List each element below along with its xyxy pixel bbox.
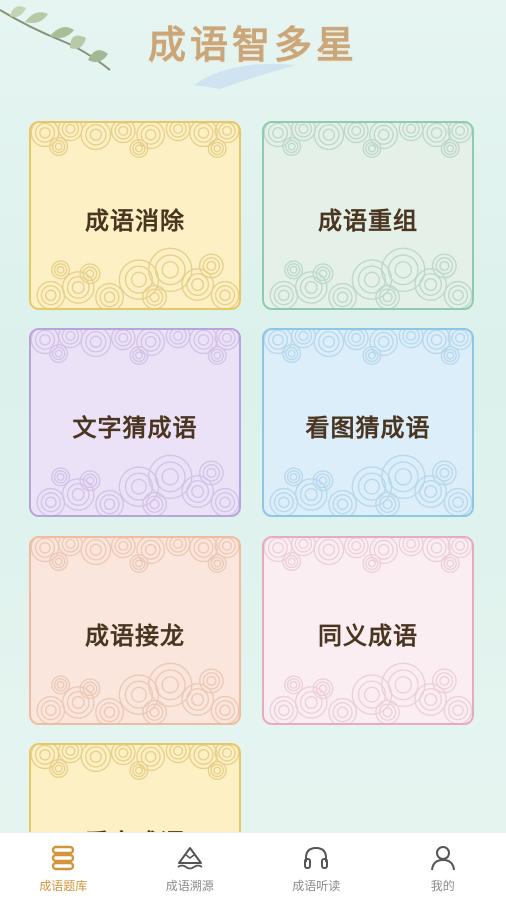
- tab-mine[interactable]: 我的: [380, 833, 506, 900]
- card-synonym-idiom[interactable]: 同义成语: [262, 536, 474, 725]
- card-label: 成语接龙: [85, 622, 185, 650]
- tab-label: 我的: [430, 879, 455, 893]
- tab-label: 成语溯源: [165, 879, 214, 893]
- app-title: 成语智多星: [147, 23, 358, 67]
- card-idiom-elimination[interactable]: 成语消除: [29, 121, 241, 310]
- stack-icon: [52, 845, 75, 871]
- card-label: 成语重组: [318, 207, 418, 235]
- card-picture-guess[interactable]: 看图猜成语: [262, 328, 474, 517]
- card-label: 文字猜成语: [72, 414, 198, 442]
- bottom-tab-bar: 成语题库 成语溯源 成语听读 我的: [0, 832, 506, 900]
- mountain-icon: [177, 847, 203, 870]
- user-icon: [430, 846, 455, 871]
- headphones-icon: [304, 846, 329, 869]
- card-idiom-chain[interactable]: 成语接龙: [29, 536, 241, 725]
- tab-label: 成语听读: [292, 879, 341, 893]
- tab-idiom-listen[interactable]: 成语听读: [253, 833, 380, 900]
- tab-label: 成语题库: [39, 879, 88, 893]
- card-text-guess[interactable]: 文字猜成语: [29, 328, 241, 517]
- card-label: 同义成语: [318, 622, 418, 650]
- card-label: 成语消除: [85, 207, 185, 235]
- tab-idiom-bank[interactable]: 成语题库: [0, 833, 127, 900]
- tab-idiom-origin[interactable]: 成语溯源: [127, 833, 254, 900]
- card-idiom-regroup[interactable]: 成语重组: [262, 121, 474, 310]
- header: 成语智多星: [0, 0, 506, 95]
- card-label: 看图猜成语: [305, 414, 431, 442]
